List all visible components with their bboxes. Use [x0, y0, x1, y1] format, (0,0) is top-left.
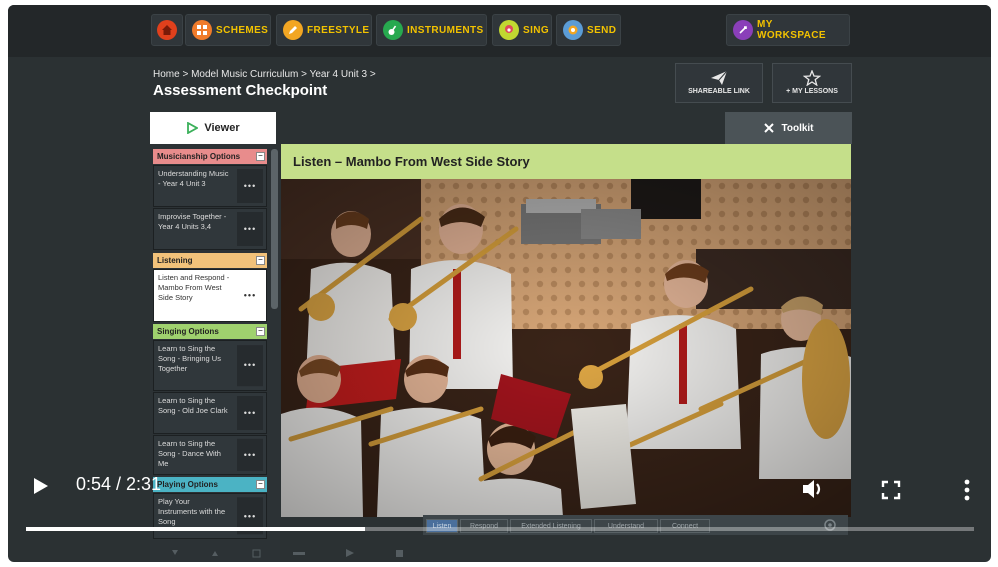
video-progress-fill: [26, 527, 366, 531]
my-workspace-label: MY WORKSPACE: [757, 19, 826, 41]
add-my-lessons-button[interactable]: + MY LESSONS: [772, 63, 852, 103]
collapse-icon[interactable]: –: [256, 152, 265, 161]
sidebar-item-dance-with-me[interactable]: Learn to Sing the Song - Dance With Me •…: [153, 435, 267, 475]
home-icon: [157, 20, 177, 40]
orchestra-video-image: [281, 179, 851, 517]
item-menu-button[interactable]: •••: [237, 169, 263, 203]
sidebar-item-label: Listen and Respond - Mambo From West Sid…: [158, 273, 230, 302]
sidebar-item-label: Play Your Instruments with the Song: [158, 497, 226, 526]
breadcrumb-separator: >: [301, 69, 307, 80]
play-outline-icon: [187, 122, 199, 134]
breadcrumb-home[interactable]: Home: [153, 69, 180, 80]
more-options-icon[interactable]: [960, 478, 974, 502]
section-listening[interactable]: Listening –: [153, 253, 267, 268]
section-label: Playing Options: [157, 480, 218, 489]
breadcrumb-separator: >: [182, 69, 189, 80]
item-menu-button[interactable]: •••: [237, 344, 263, 387]
sing-icon: [499, 20, 519, 40]
grid-icon: [192, 20, 212, 40]
nav-send-label: SEND: [587, 24, 617, 36]
workspace-icon: [733, 20, 753, 40]
lesson-sidebar: Musicianship Options – Understanding Mus…: [150, 144, 280, 562]
play-button[interactable]: [30, 475, 50, 497]
lesson-controls-dim: [172, 549, 403, 558]
sidebar-item-listen-and-respond[interactable]: Listen and Respond - Mambo From West Sid…: [153, 269, 267, 322]
sidebar-item-play-instruments[interactable]: Play Your Instruments with the Song •••: [153, 493, 267, 539]
breadcrumb: Home > Model Music Curriculum > Year 4 U…: [153, 69, 376, 80]
nav-sing-label: SING: [523, 24, 550, 36]
nav-sing-button[interactable]: SING: [492, 14, 552, 46]
item-menu-button[interactable]: •••: [237, 212, 263, 246]
video-time-display: 0:54 / 2:31: [76, 474, 162, 494]
section-musicianship-options[interactable]: Musicianship Options –: [153, 149, 267, 164]
paper-plane-icon: [711, 70, 728, 85]
sidebar-item-improvise-together[interactable]: Improvise Together - Year 4 Units 3,4 ••…: [153, 208, 267, 250]
collapse-icon[interactable]: –: [256, 480, 265, 489]
item-menu-button[interactable]: •••: [237, 438, 263, 472]
nav-schemes-button[interactable]: SCHEMES: [185, 14, 271, 46]
sidebar-item-understanding-music[interactable]: Understanding Music - Year 4 Unit 3 •••: [153, 165, 267, 207]
pencil-icon: [283, 20, 303, 40]
tools-icon: [764, 123, 775, 133]
sidebar-item-bringing-us-together[interactable]: Learn to Sing the Song - Bringing Us Tog…: [153, 340, 267, 391]
collapse-icon[interactable]: –: [256, 256, 265, 265]
send-icon: [563, 20, 583, 40]
sidebar-item-label: Understanding Music - Year 4 Unit 3: [158, 169, 229, 188]
tab-viewer[interactable]: Viewer: [150, 112, 276, 144]
item-menu-button[interactable]: •••: [237, 396, 263, 430]
sidebar-item-label: Learn to Sing the Song - Dance With Me: [158, 439, 221, 468]
sidebar-item-label: Learn to Sing the Song - Old Joe Clark: [158, 396, 228, 415]
tab-toolkit-label: Toolkit: [781, 122, 814, 134]
nav-send-button[interactable]: SEND: [556, 14, 621, 46]
shareable-link-label: SHAREABLE LINK: [688, 88, 750, 95]
video-frame[interactable]: [281, 179, 851, 517]
add-my-lessons-label: + MY LESSONS: [786, 88, 838, 95]
page-title: Assessment Checkpoint: [153, 82, 328, 99]
nav-freestyle-button[interactable]: FREESTYLE: [276, 14, 372, 46]
breadcrumb-level1[interactable]: Model Music Curriculum: [191, 69, 298, 80]
breadcrumb-level2[interactable]: Year 4 Unit 3: [310, 69, 367, 80]
sidebar-scrollbar[interactable]: [271, 149, 278, 309]
tab-viewer-label: Viewer: [204, 122, 240, 134]
tab-toolkit[interactable]: Toolkit: [725, 112, 852, 144]
star-icon: [803, 70, 821, 86]
top-navigation: SCHEMES FREESTYLE INSTRUMENTS SING SEND: [8, 5, 991, 57]
item-menu-button[interactable]: •••: [237, 273, 263, 318]
section-label: Listening: [157, 256, 193, 265]
section-label: Musicianship Options: [157, 152, 241, 161]
guitar-icon: [383, 20, 403, 40]
lesson-title-bar: Listen – Mambo From West Side Story: [281, 144, 851, 179]
video-progress-bar[interactable]: [26, 527, 974, 531]
section-playing-options[interactable]: Playing Options –: [153, 477, 267, 492]
nav-instruments-label: INSTRUMENTS: [407, 24, 484, 36]
fullscreen-icon[interactable]: [880, 479, 902, 501]
nav-schemes-label: SCHEMES: [216, 24, 269, 36]
nav-instruments-button[interactable]: INSTRUMENTS: [376, 14, 487, 46]
section-label: Singing Options: [157, 327, 219, 336]
nav-home-button[interactable]: [151, 14, 183, 46]
section-singing-options[interactable]: Singing Options –: [153, 324, 267, 339]
sidebar-item-label: Improvise Together - Year 4 Units 3,4: [158, 212, 227, 231]
sidebar-item-old-joe-clark[interactable]: Learn to Sing the Song - Old Joe Clark •…: [153, 392, 267, 434]
volume-icon[interactable]: [800, 476, 826, 502]
sidebar-item-label: Learn to Sing the Song - Bringing Us Tog…: [158, 344, 221, 373]
shareable-link-button[interactable]: SHAREABLE LINK: [675, 63, 763, 103]
my-workspace-button[interactable]: MY WORKSPACE: [726, 14, 850, 46]
collapse-icon[interactable]: –: [256, 327, 265, 336]
breadcrumb-separator: >: [369, 69, 376, 80]
nav-freestyle-label: FREESTYLE: [307, 24, 370, 36]
